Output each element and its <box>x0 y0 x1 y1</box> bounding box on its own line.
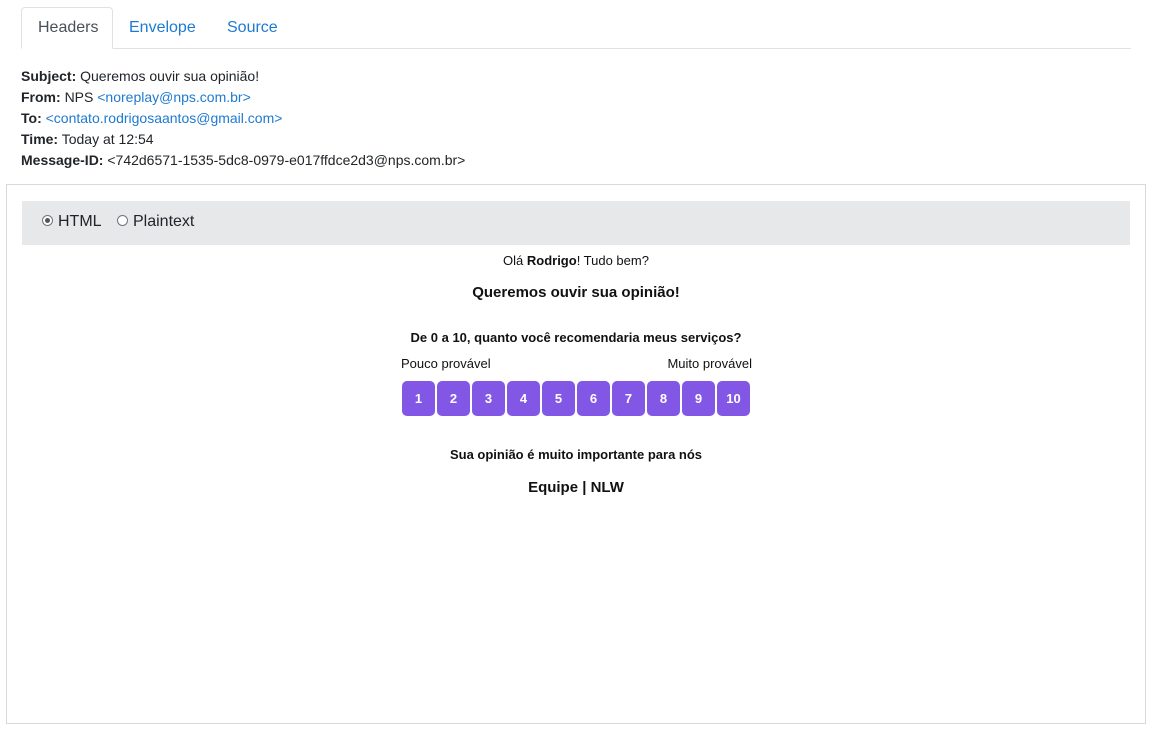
format-plaintext-label: Plaintext <box>133 213 195 230</box>
scale-low-label: Pouco provável <box>401 356 491 371</box>
to-label: To: <box>21 110 42 126</box>
format-plaintext-option[interactable]: Plaintext <box>117 212 194 232</box>
subject-label: Subject: <box>21 68 77 84</box>
email-signature: Equipe | NLW <box>528 479 624 496</box>
greeting-suffix: ! Tudo bem? <box>576 253 649 268</box>
greeting: Olá Rodrigo! Tudo bem? <box>7 253 1145 268</box>
score-button-9[interactable]: 9 <box>682 381 715 416</box>
format-html-label: HTML <box>58 213 102 230</box>
greeting-prefix: Olá <box>503 253 527 268</box>
header-message-id-row: Message-ID: <742d6571-1535-5dc8-0979-e01… <box>21 150 465 171</box>
header-to-row: To: <contato.rodrigosaantos@gmail.com> <box>21 108 465 129</box>
header-time-row: Time: Today at 12:54 <box>21 129 465 150</box>
header-from-row: From: NPS <noreplay@nps.com.br> <box>21 87 465 108</box>
from-label: From: <box>21 89 61 105</box>
from-name: NPS <box>64 89 94 105</box>
header-subject-row: Subject: Queremos ouvir sua opinião! <box>21 66 465 87</box>
time-value: Today at 12:54 <box>61 131 154 147</box>
importance-note: Sua opinião é muito importante para nós <box>449 447 703 462</box>
score-button-1[interactable]: 1 <box>402 381 435 416</box>
score-button-5[interactable]: 5 <box>542 381 575 416</box>
format-html-option[interactable]: HTML <box>42 212 102 232</box>
tab-source[interactable]: Source <box>211 7 294 49</box>
score-button-7[interactable]: 7 <box>612 381 645 416</box>
score-button-2[interactable]: 2 <box>437 381 470 416</box>
from-email-link[interactable]: <noreplay@nps.com.br> <box>97 89 251 105</box>
score-button-3[interactable]: 3 <box>472 381 505 416</box>
to-email-link[interactable]: <contato.rodrigosaantos@gmail.com> <box>46 110 283 126</box>
time-label: Time: <box>21 131 59 147</box>
score-button-8[interactable]: 8 <box>647 381 680 416</box>
email-headline: Queremos ouvir sua opinião! <box>472 284 680 301</box>
tab-bar: Headers Envelope Source <box>21 7 1131 49</box>
tab-headers-label: Headers <box>38 19 99 36</box>
radio-unchecked-icon[interactable] <box>117 215 128 226</box>
radio-checked-icon[interactable] <box>42 215 53 226</box>
nps-score-buttons: 1 2 3 4 5 6 7 8 9 10 <box>402 381 752 416</box>
score-button-6[interactable]: 6 <box>577 381 610 416</box>
message-preview: HTML Plaintext Olá Rodrigo! Tudo bem? Qu… <box>6 184 1146 724</box>
greeting-name: Rodrigo <box>526 253 577 268</box>
format-toggle-bar: HTML Plaintext <box>22 201 1130 245</box>
message-headers: Subject: Queremos ouvir sua opinião! Fro… <box>21 66 465 171</box>
nps-question: De 0 a 10, quanto você recomendaria meus… <box>410 330 742 345</box>
message-id-value: <742d6571-1535-5dc8-0979-e017ffdce2d3@np… <box>107 152 466 168</box>
tab-source-label: Source <box>227 19 278 36</box>
score-button-10[interactable]: 10 <box>717 381 750 416</box>
subject-value: Queremos ouvir sua opinião! <box>80 68 260 84</box>
tab-headers[interactable]: Headers <box>21 7 113 49</box>
scale-high-label: Muito provável <box>667 356 752 371</box>
tab-envelope[interactable]: Envelope <box>113 7 212 49</box>
score-button-4[interactable]: 4 <box>507 381 540 416</box>
message-id-label: Message-ID: <box>21 152 104 168</box>
tab-envelope-label: Envelope <box>129 19 196 36</box>
